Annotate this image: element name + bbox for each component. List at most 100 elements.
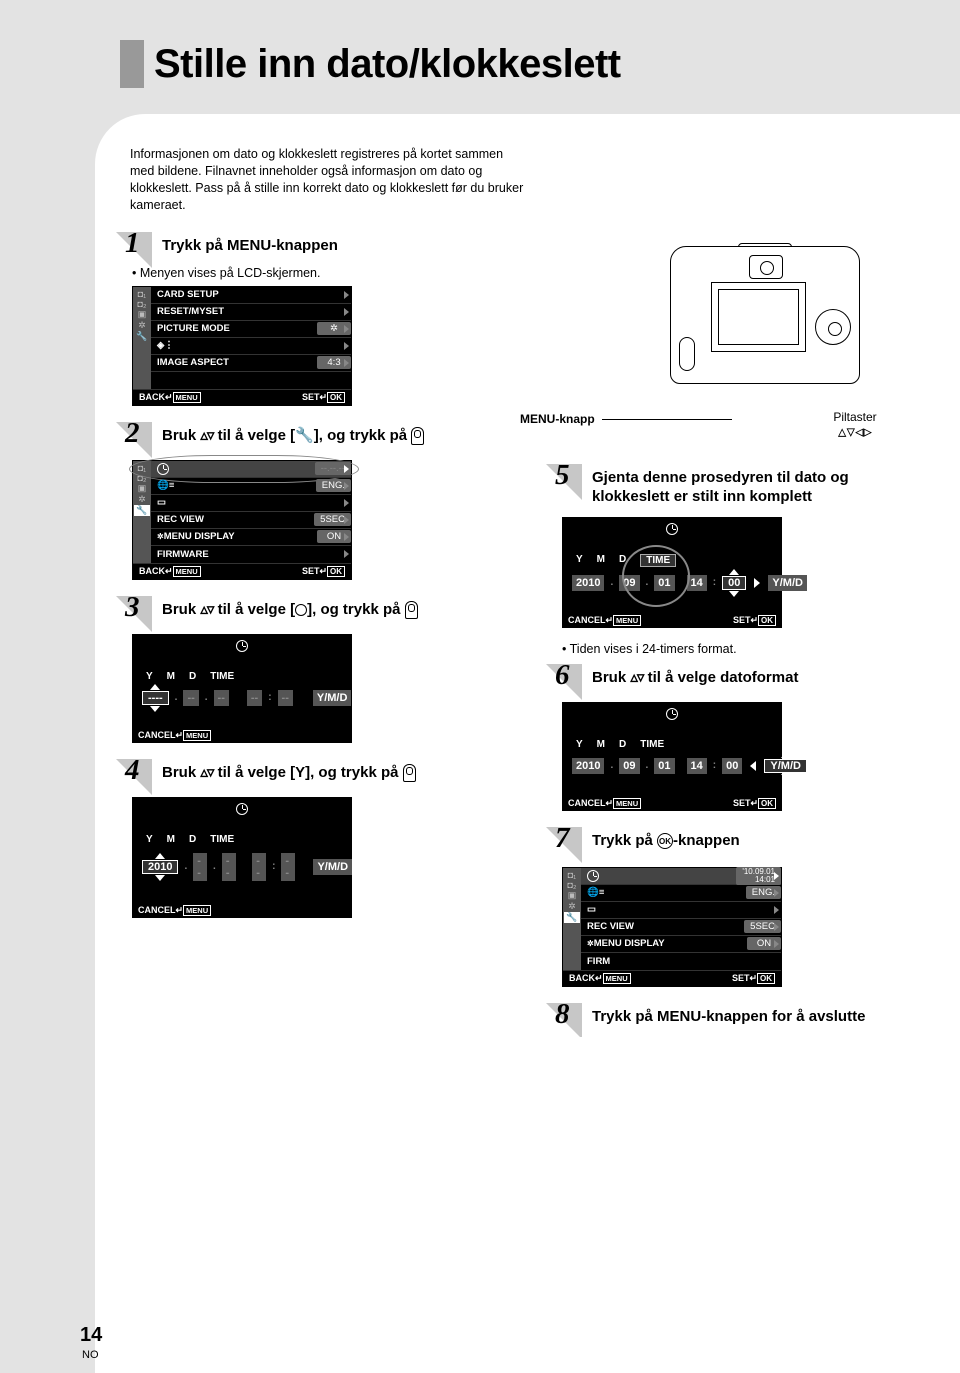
clock-icon: [236, 640, 248, 652]
lcd3-min: --: [278, 690, 293, 706]
clock-icon: [666, 523, 678, 535]
clock-icon: [587, 870, 599, 882]
lcd5-label-t: TIME: [640, 554, 676, 567]
step-6-heading: 6 Bruk ▵▿ til å velge datoformat: [540, 662, 920, 694]
lcd7-set: SET: [732, 973, 750, 983]
right-button-icon: [403, 764, 416, 782]
tab-camera1-icon: ◘₁: [568, 870, 576, 880]
lcd5-y: 2010: [572, 575, 604, 591]
step-1-bullet: • Menyen vises på LCD-skjermen.: [132, 266, 510, 280]
step-5-text: Gjenta denne prosedyren til dato og klok…: [592, 462, 920, 507]
sharpness-icon: ◈⋮: [157, 340, 174, 351]
camera-illustration: [670, 246, 860, 406]
lcd2-back: BACK: [139, 566, 165, 576]
lcd4-label-m: M: [167, 834, 175, 845]
page-title-row: Stille inn dato/klokkeslett: [120, 40, 960, 88]
lcd4-cancel: CANCEL: [138, 905, 176, 915]
updown-icon: ▵▿: [200, 764, 213, 781]
step-4-heading: 4 Bruk ▵▿ til å velge [Y], og trykk på: [110, 757, 510, 789]
step-4-text-a: Bruk: [162, 764, 200, 781]
gear-small-icon: ✲: [587, 939, 594, 948]
step-7-number: 7: [555, 822, 570, 855]
lcd6-set: SET: [733, 798, 751, 808]
lcd1-back: BACK: [139, 392, 165, 402]
lcd4-h: --: [252, 853, 266, 881]
tab-play-icon: ▣: [138, 309, 147, 320]
lcd5-set: SET: [733, 615, 751, 625]
lcd4-fmt: Y/M/D: [313, 859, 352, 875]
intro-paragraph: Informasjonen om dato og klokkeslett reg…: [130, 146, 530, 214]
lcd4-y: 2010: [142, 860, 178, 874]
tab-camera2-icon: ◘₂: [138, 473, 147, 483]
lcd4-label-y: Y: [146, 834, 153, 845]
lcd5-ok: OK: [758, 615, 776, 626]
lcd4-label-d: D: [189, 834, 196, 845]
step-1-menu: MENU: [227, 237, 271, 254]
lcd2-ok: OK: [327, 566, 345, 577]
tab-wrench-selected-icon: 🔧: [564, 912, 579, 923]
lcd3-label-t: TIME: [210, 671, 234, 682]
lcd3-label-d: D: [189, 671, 196, 682]
step-6-number: 6: [555, 659, 570, 692]
lcd5-d: 01: [654, 575, 674, 591]
tab-camera1-icon: ◘₁: [138, 289, 146, 299]
lcd3-label-y: Y: [146, 671, 153, 682]
lcd3-fmt: Y/M/D: [313, 690, 352, 706]
step-8-menu: MENU: [657, 1008, 701, 1025]
lcd5-cancel: CANCEL: [568, 615, 606, 625]
menu-knapp-label: MENU-knapp: [520, 412, 732, 426]
lcd-screenshot-6: Y M D TIME 2010 .09 .01 14:00 Y/M/D: [562, 702, 782, 811]
title-accent-bar: [120, 40, 144, 88]
step-2-text-b: til å velge [: [213, 427, 295, 444]
right-button-icon: [405, 601, 418, 619]
step-1-text-a: Trykk på: [162, 237, 227, 254]
step-6-text-b: til å velge datoformat: [643, 669, 798, 686]
lcd-screenshot-3: Y M D TIME ---- .-- .-- --:-- Y/M/D: [132, 634, 352, 743]
lcd7-ok: OK: [757, 973, 775, 984]
lcd4-m: --: [193, 853, 207, 881]
step-8-heading: 8 Trykk på MENU-knappen for å avslutte: [540, 1001, 920, 1033]
lcd3-h: --: [247, 690, 262, 706]
clock-icon: [295, 604, 307, 616]
lcd1-row3: PICTURE MODE: [157, 323, 230, 334]
step-7-heading: 7 Trykk på OK-knappen: [540, 825, 920, 857]
lcd7-menudisp: MENU DISPLAY: [594, 938, 665, 949]
tab-wrench-icon: 🔧: [136, 331, 147, 342]
step-6-text-a: Bruk: [592, 669, 630, 686]
lcd1-row2: RESET/MYSET: [157, 306, 224, 317]
lcd5-m: 09: [619, 575, 639, 591]
lcd6-h: 14: [687, 758, 707, 774]
lcd3-label-m: M: [167, 671, 175, 682]
lcd2-menudisp: MENU DISPLAY: [164, 531, 235, 542]
lcd-screenshot-1: ◘₁ ◘₂ ▣ ✲ 🔧 CARD SETUP RESET/MYSET PICTU…: [132, 286, 352, 406]
right-button-icon: [411, 427, 424, 445]
lcd6-fmt: Y/M/D: [764, 759, 807, 773]
page-number: 14: [80, 1324, 102, 1347]
lcd7-fw: FIRM: [587, 956, 610, 967]
lcd1-menu: MENU: [173, 392, 201, 403]
lcd2-menu: MENU: [173, 566, 201, 577]
monitor-icon: ▭: [157, 497, 166, 508]
lcd3-cancel: CANCEL: [138, 730, 176, 740]
lcd5-menu: MENU: [613, 615, 641, 626]
step-7-text-b: -knappen: [673, 832, 740, 849]
lcd4-label-t: TIME: [210, 834, 234, 845]
step-8-text-c: -knappen for å avslutte: [701, 1008, 865, 1025]
step-1-number: 1: [125, 230, 140, 260]
step-3-heading: 3 Bruk ▵▿ til å velge [], og trykk på: [110, 594, 510, 626]
lcd5-label-y: Y: [576, 554, 583, 567]
step-3-text-b: til å velge [: [213, 601, 295, 618]
step-3-text-c: ], og trykk på: [307, 601, 405, 618]
lcd5-fmt: Y/M/D: [768, 575, 807, 591]
lcd6-menu: MENU: [613, 798, 641, 809]
ok-button-icon: OK: [657, 833, 673, 849]
lcd3-y: ----: [142, 691, 169, 705]
wrench-icon: 🔧: [295, 427, 314, 444]
lcd6-min: 00: [722, 758, 742, 774]
lcd-screenshot-7: ◘₁ ◘₂ ▣ ✲ 🔧 '10.09.01 14:01: [562, 867, 782, 987]
lcd7-time: 14:01: [755, 875, 775, 884]
tab-gear-icon: ✲: [138, 494, 146, 505]
lcd6-ok: OK: [758, 798, 776, 809]
step-8-number: 8: [555, 998, 570, 1031]
lcd1-set: SET: [302, 392, 320, 402]
